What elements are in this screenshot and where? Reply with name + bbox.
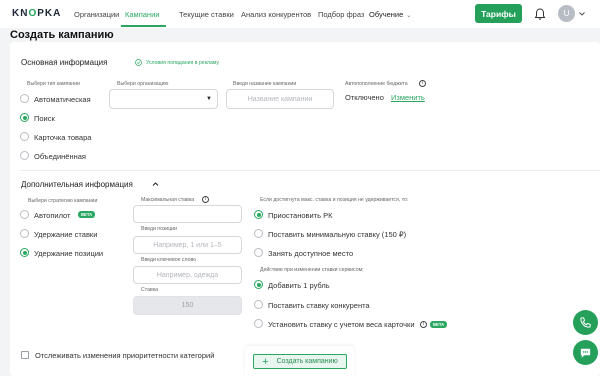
beta-badge: BETA xyxy=(78,211,96,218)
basic-info-title: Основная информация xyxy=(21,58,108,67)
chevron-down-icon: ⌄ xyxy=(406,13,412,19)
position-label: Введи позиции xyxy=(141,226,177,232)
campaign-name-input[interactable]: Название кампании xyxy=(226,89,334,109)
radio-limit-pause[interactable] xyxy=(254,210,263,219)
bid-change-label: Действие при изменении ставки сервисом: xyxy=(260,267,364,273)
beta-badge: BETA xyxy=(430,321,448,328)
keyword-label: Введи ключевое слово xyxy=(141,257,197,263)
change-add-ruble-label: Добавить 1 рубль xyxy=(268,281,330,290)
radio-type-product-card[interactable] xyxy=(20,132,29,141)
bid-input: 150 xyxy=(133,296,242,315)
nav-competitor-analysis[interactable]: Анализ конкурентов xyxy=(241,10,311,19)
radio-strategy-autopilot[interactable] xyxy=(20,210,29,219)
campaign-name-label: Введи название кампании xyxy=(233,81,297,87)
type-automatic-label: Автоматическая xyxy=(34,95,91,104)
limit-reached-label: Если достигнута макс. ставка и позиция н… xyxy=(260,197,409,203)
radio-change-card-weight[interactable] xyxy=(254,319,263,328)
call-button[interactable] xyxy=(573,310,598,335)
logo[interactable]: KNOPKA xyxy=(12,8,61,19)
type-product-card-label: Карточка товара xyxy=(34,133,92,142)
max-bid-input[interactable] xyxy=(133,205,242,223)
radio-limit-min-bid[interactable] xyxy=(254,229,263,238)
nav-phrase-selection[interactable]: Подбор фраз xyxy=(318,10,364,19)
change-card-weight-label: Установить ставку с учетом веса карточки xyxy=(268,320,415,329)
campaign-form-card: Основная информация Условия попадания в … xyxy=(10,42,600,376)
track-priority-checkbox[interactable] xyxy=(21,351,29,359)
radio-type-search[interactable] xyxy=(20,113,29,122)
auto-budget-change-link[interactable]: Изменить xyxy=(391,93,425,102)
nav-current-bids[interactable]: Текущие ставки xyxy=(179,10,234,19)
limit-available-place-label: Занять доступное место xyxy=(268,249,354,258)
strategy-hold-bid-label: Удержание ставки xyxy=(34,230,98,239)
top-nav: KNOPKA Организации Кампании Текущие став… xyxy=(0,0,600,28)
info-icon[interactable]: i xyxy=(420,321,427,328)
chevron-down-icon[interactable] xyxy=(579,11,585,17)
radio-change-competitor[interactable] xyxy=(254,300,263,309)
radio-type-automatic[interactable] xyxy=(20,94,29,103)
type-search-label: Поиск xyxy=(34,114,55,123)
radio-strategy-hold-bid[interactable] xyxy=(20,229,29,238)
max-bid-label: Максимальная ставка xyxy=(141,197,195,203)
campaign-type-label: Выбери тип кампании xyxy=(27,81,80,87)
info-icon[interactable]: i xyxy=(202,196,209,203)
strategy-hold-position-label: Удержание позиции xyxy=(34,249,104,258)
auto-budget-status: Отключено xyxy=(345,93,384,102)
check-circle-icon xyxy=(135,59,142,66)
tariffs-button[interactable]: Тарифы xyxy=(475,4,522,23)
phone-icon xyxy=(580,317,591,328)
create-campaign-button[interactable]: + Создать кампанию xyxy=(253,354,347,369)
chevron-up-icon[interactable] xyxy=(152,181,159,187)
radio-change-add-ruble[interactable] xyxy=(254,280,263,289)
auto-budget-label: Автопополнение бюджета xyxy=(345,81,408,87)
nav-campaigns[interactable]: Кампании xyxy=(125,10,159,19)
track-priority-label: Отслеживать изменения приоритетности кат… xyxy=(35,351,215,360)
avatar[interactable]: U xyxy=(558,5,575,22)
bid-label: Ставка xyxy=(141,287,158,293)
create-bar: + Создать кампанию xyxy=(245,346,354,376)
strategy-autopilot-label: Автопилот xyxy=(34,211,71,220)
keyword-input[interactable]: Например, одежда xyxy=(133,266,242,284)
organization-select[interactable]: ▼ xyxy=(109,89,218,109)
radio-type-combined[interactable] xyxy=(20,151,29,160)
page-title: Создать кампанию xyxy=(10,29,114,41)
extra-info-title[interactable]: Дополнительная информация xyxy=(21,180,133,189)
chat-button[interactable] xyxy=(573,340,598,365)
organization-label: Выбери организацию xyxy=(117,81,169,87)
nav-organizations[interactable]: Организации xyxy=(74,10,119,19)
radio-limit-available-place[interactable] xyxy=(254,248,263,257)
conditions-link[interactable]: Условия попадания в рекламу xyxy=(146,60,219,66)
plus-icon: + xyxy=(262,355,269,368)
nav-active-indicator xyxy=(121,25,166,27)
strategy-label: Выбери стратегию кампании xyxy=(28,198,98,204)
position-input[interactable]: Например, 1 или 1–5 xyxy=(133,236,242,254)
section-divider xyxy=(20,170,600,171)
nav-learning[interactable]: Обучение ⌄ xyxy=(369,10,411,19)
type-combined-label: Объединённая xyxy=(34,152,86,161)
caret-down-icon: ▼ xyxy=(206,96,212,102)
limit-min-bid-label: Поставить минимальную ставку (150 ₽) xyxy=(268,230,407,239)
limit-pause-label: Приостановить РК xyxy=(268,211,333,220)
radio-strategy-hold-position[interactable] xyxy=(20,248,29,257)
info-icon[interactable]: i xyxy=(419,80,426,87)
chat-icon xyxy=(580,348,591,358)
change-competitor-label: Поставить ставку конкурента xyxy=(268,301,370,310)
bell-icon[interactable] xyxy=(533,7,547,21)
